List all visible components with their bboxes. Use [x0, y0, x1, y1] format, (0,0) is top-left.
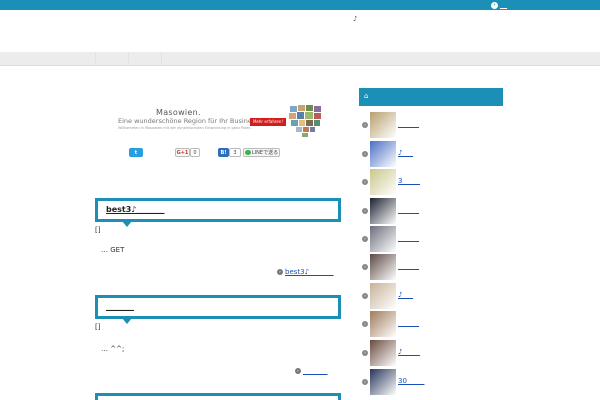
chevron-right-icon: ›: [362, 208, 368, 214]
top-bar: › __: [0, 0, 600, 10]
global-nav: [0, 52, 600, 66]
chevron-right-icon: ›: [362, 264, 368, 270]
sidebar-post-item[interactable]: › ______: [362, 311, 502, 337]
chevron-right-icon: ›: [362, 151, 368, 157]
article-title-box: _______: [95, 295, 341, 324]
post-thumbnail[interactable]: [370, 311, 396, 337]
sidebar-post-item[interactable]: › ♪___: [362, 283, 502, 309]
post-thumbnail[interactable]: [370, 254, 396, 280]
line-share-button[interactable]: LINEで送る: [243, 148, 280, 157]
article-title-box: [95, 393, 341, 400]
sidebar-post-item[interactable]: › ______: [362, 254, 502, 280]
banner-subtitle: Eine wunderschöne Region für Ihr Busines…: [118, 117, 261, 125]
sidebar-post-link[interactable]: 30_____: [398, 377, 424, 385]
chevron-right-icon: ›: [277, 269, 283, 275]
sidebar-post-link[interactable]: ______: [398, 262, 419, 270]
nav-separator: [161, 52, 162, 66]
banner-button[interactable]: Mehr erfahren!: [250, 118, 286, 126]
header-note: ♪: [353, 15, 358, 23]
hatena-count: 3: [229, 148, 241, 157]
hatena-icon: B!: [220, 149, 227, 156]
nav-separator: [95, 52, 96, 66]
nav-separator: [128, 52, 129, 66]
google-plus-count-value: 0: [193, 149, 197, 156]
banner-title: Masowien.: [156, 108, 201, 117]
twitter-icon: t: [134, 149, 138, 156]
line-label: LINEで送る: [251, 150, 279, 156]
sidebar-post-item[interactable]: › 30_____: [362, 369, 502, 395]
chevron-right-icon: ›: [295, 368, 301, 374]
chevron-right-icon: ›: [362, 379, 368, 385]
sidebar-post-item[interactable]: › 3_____: [362, 169, 502, 195]
chevron-right-icon: ›: [362, 122, 368, 128]
article-excerpt: … ^^;: [101, 345, 125, 353]
chevron-right-icon: ›: [362, 293, 368, 299]
sidebar-post-link[interactable]: ♪___: [398, 291, 413, 299]
sidebar-post-item[interactable]: › ______: [362, 112, 502, 138]
hatena-count-value: 3: [233, 149, 237, 156]
chevron-right-icon: ›: [362, 179, 368, 185]
top-link[interactable]: › __: [491, 1, 507, 9]
article-title-link[interactable]: best3♪_______: [106, 205, 164, 214]
google-plus-label: G+1: [176, 149, 189, 156]
sidebar-post-link[interactable]: ______: [398, 234, 419, 242]
sidebar-post-link[interactable]: ______: [398, 206, 419, 214]
sidebar-post-link[interactable]: ♪_____: [398, 348, 420, 356]
chevron-right-icon: ›: [362, 321, 368, 327]
post-thumbnail[interactable]: [370, 226, 396, 252]
article-bracket: []: [95, 226, 101, 234]
article-title-box: best3♪_______: [95, 198, 341, 227]
sidebar-post-item[interactable]: › ______: [362, 198, 502, 224]
chevron-right-icon: ›: [362, 236, 368, 242]
caret-down-icon: [122, 318, 132, 324]
sidebar-post-item[interactable]: › ______: [362, 226, 502, 252]
post-thumbnail[interactable]: [370, 283, 396, 309]
line-icon: [244, 150, 251, 155]
google-plus-button[interactable]: G+1: [175, 148, 190, 157]
sidebar-post-item[interactable]: › ♪_____: [362, 340, 502, 366]
post-thumbnail[interactable]: [370, 141, 396, 167]
read-more-label[interactable]: best3♪_______: [285, 268, 334, 276]
google-plus-count: 0: [190, 148, 200, 157]
post-thumbnail[interactable]: [370, 369, 396, 395]
top-link-label: __: [500, 1, 507, 9]
home-icon: ⌂: [364, 92, 369, 100]
post-thumbnail[interactable]: [370, 198, 396, 224]
caret-down-icon: [122, 221, 132, 227]
read-more-link[interactable]: › best3♪_______: [277, 268, 334, 276]
banner-small-text: Willkommen in Masowien mit der dynamisch…: [118, 126, 252, 130]
chevron-right-icon: ›: [491, 1, 498, 9]
read-more-link[interactable]: › _______: [295, 367, 328, 375]
sidebar-post-link[interactable]: ♪___: [398, 149, 413, 157]
twitter-share-button[interactable]: t: [129, 148, 143, 157]
sidebar-header: ⌂: [359, 88, 503, 106]
site-header: ♪: [0, 10, 600, 52]
post-thumbnail[interactable]: [370, 340, 396, 366]
sidebar-post-link[interactable]: 3_____: [398, 177, 420, 185]
chevron-right-icon: ›: [362, 350, 368, 356]
sidebar-post-link[interactable]: ______: [398, 120, 419, 128]
post-thumbnail[interactable]: [370, 112, 396, 138]
article-excerpt: … GET: [101, 246, 125, 254]
banner-ad[interactable]: Masowien. Eine wunderschöne Region für I…: [118, 104, 324, 138]
sidebar-post-item[interactable]: › ♪___: [362, 141, 502, 167]
read-more-label[interactable]: _______: [303, 367, 328, 375]
post-thumbnail[interactable]: [370, 169, 396, 195]
heart-collage-image: [289, 105, 321, 137]
sidebar-post-link[interactable]: ______: [398, 319, 419, 327]
article-bracket: []: [95, 323, 101, 331]
article-title-link[interactable]: _______: [106, 302, 134, 311]
hatena-bookmark-button[interactable]: B!: [218, 148, 229, 157]
